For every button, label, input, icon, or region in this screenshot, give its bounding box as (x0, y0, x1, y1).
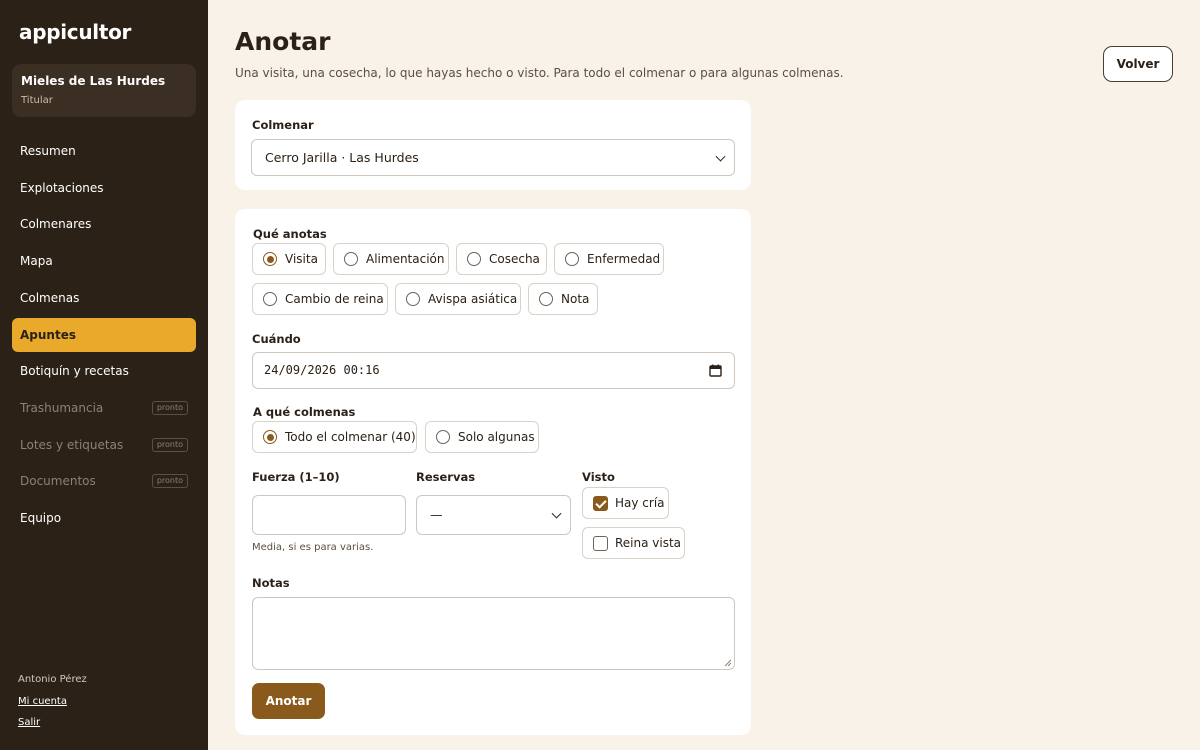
radio-selected-icon (263, 252, 277, 266)
seen-option-label: Hay cría (615, 496, 665, 510)
sidebar-item-label: Mapa (20, 254, 53, 268)
scope-option-some[interactable]: Solo algunas (425, 421, 539, 453)
type-option-cosecha[interactable]: Cosecha (456, 243, 547, 275)
back-button[interactable]: Volver (1103, 46, 1173, 82)
type-option-label: Cambio de reina (285, 292, 384, 306)
sidebar-item-label: Documentos (20, 474, 96, 488)
scope-option-label: Solo algunas (458, 430, 535, 444)
app-logo: appicultor (19, 20, 132, 44)
reserves-select-value: — (430, 507, 443, 522)
sidebar-item-label: Equipo (20, 511, 62, 525)
radio-icon (565, 252, 579, 266)
sidebar-item-resumen[interactable]: Resumen (12, 134, 196, 168)
resize-grip-icon[interactable] (724, 659, 732, 667)
notes-textarea[interactable] (252, 597, 735, 670)
sidebar-item-botiquin[interactable]: Botiquín y recetas (12, 354, 196, 388)
sidebar-item-label: Lotes y etiquetas (20, 438, 124, 452)
sidebar-item-apuntes[interactable]: Apuntes (12, 318, 196, 352)
when-label: Cuándo (252, 332, 301, 346)
apiary-card: Colmenar Cerro Jarilla · Las Hurdes (235, 100, 751, 190)
submit-button[interactable]: Anotar (252, 683, 325, 719)
radio-icon (344, 252, 358, 266)
reserves-label: Reservas (416, 470, 476, 484)
sidebar-item-label: Colmenas (20, 291, 80, 305)
sidebar-item-label: Explotaciones (20, 181, 104, 195)
sidebar-item-documentos: Documentos pronto (12, 464, 196, 498)
strength-input[interactable] (252, 495, 406, 535)
datetime-input[interactable]: 24/09/2026 00:16 (252, 352, 735, 389)
type-option-visita[interactable]: Visita (252, 243, 326, 275)
entry-type-label: Qué anotas (253, 227, 327, 241)
radio-icon (406, 292, 420, 306)
scope-option-label: Todo el colmenar (40) (285, 430, 416, 444)
type-option-label: Avispa asiática (428, 292, 518, 306)
my-account-link[interactable]: Mi cuenta (18, 696, 67, 707)
seen-label: Visto (582, 470, 615, 484)
apiary-select[interactable]: Cerro Jarilla · Las Hurdes (251, 139, 735, 176)
sidebar-item-equipo[interactable]: Equipo (12, 501, 196, 535)
sidebar-item-explotaciones[interactable]: Explotaciones (12, 171, 196, 205)
user-name: Antonio Pérez (18, 674, 87, 685)
apiary-label: Colmenar (252, 118, 314, 132)
reserves-select[interactable]: — (416, 495, 571, 535)
coming-soon-badge: pronto (151, 401, 188, 415)
coming-soon-badge: pronto (151, 474, 188, 488)
seen-option-label: Reina vista (615, 536, 682, 550)
sidebar-item-mapa[interactable]: Mapa (12, 244, 196, 278)
logout-link[interactable]: Salir (18, 717, 40, 728)
sidebar: appicultor Mieles de Las Hurdes Titular … (0, 0, 208, 750)
type-option-avispa[interactable]: Avispa asiática (395, 283, 521, 315)
sidebar-item-colmenas[interactable]: Colmenas (12, 281, 196, 315)
page-subtitle: Una visita, una cosecha, lo que hayas he… (235, 66, 844, 80)
checkbox-checked-icon (593, 496, 608, 511)
sidebar-item-lotes: Lotes y etiquetas pronto (12, 428, 196, 462)
apiary-select-value: Cerro Jarilla · Las Hurdes (265, 150, 419, 165)
sidebar-item-label: Trashumancia (20, 401, 104, 415)
sidebar-item-colmenares[interactable]: Colmenares (12, 207, 196, 241)
type-option-cambio-reina[interactable]: Cambio de reina (252, 283, 388, 315)
sidebar-item-label: Colmenares (20, 217, 92, 231)
type-option-label: Nota (561, 292, 590, 306)
scope-option-all[interactable]: Todo el colmenar (40) (252, 421, 417, 453)
type-option-label: Enfermedad (587, 252, 661, 266)
type-option-nota[interactable]: Nota (528, 283, 598, 315)
organization-name: Mieles de Las Hurdes (21, 74, 166, 88)
coming-soon-badge: pronto (151, 438, 188, 452)
radio-icon (436, 430, 450, 444)
page-title: Anotar (235, 27, 331, 56)
organization-role: Titular (21, 95, 53, 106)
sidebar-item-trashumancia: Trashumancia pronto (12, 391, 196, 425)
type-option-label: Alimentación (366, 252, 445, 266)
sidebar-item-label: Botiquín y recetas (20, 364, 129, 378)
checkbox-icon (593, 536, 608, 551)
notes-label: Notas (252, 576, 290, 590)
radio-icon (539, 292, 553, 306)
seen-option-brood[interactable]: Hay cría (582, 487, 669, 519)
radio-icon (263, 292, 277, 306)
datetime-value: 24/09/2026 00:16 (264, 363, 380, 377)
scope-label: A qué colmenas (253, 405, 356, 419)
sidebar-item-label: Apuntes (20, 328, 76, 342)
radio-selected-icon (263, 430, 277, 444)
seen-option-queen[interactable]: Reina vista (582, 527, 685, 559)
type-option-label: Visita (285, 252, 318, 266)
type-option-label: Cosecha (489, 252, 540, 266)
chevron-down-icon (551, 508, 562, 519)
organization-card[interactable]: Mieles de Las Hurdes Titular (12, 64, 196, 117)
radio-icon (467, 252, 481, 266)
chevron-down-icon (715, 151, 726, 162)
type-option-enfermedad[interactable]: Enfermedad (554, 243, 664, 275)
type-option-alimentacion[interactable]: Alimentación (333, 243, 449, 275)
strength-hint: Media, si es para varias. (252, 542, 374, 553)
calendar-icon[interactable] (709, 364, 722, 377)
sidebar-item-label: Resumen (20, 144, 76, 158)
strength-label: Fuerza (1–10) (252, 470, 340, 484)
